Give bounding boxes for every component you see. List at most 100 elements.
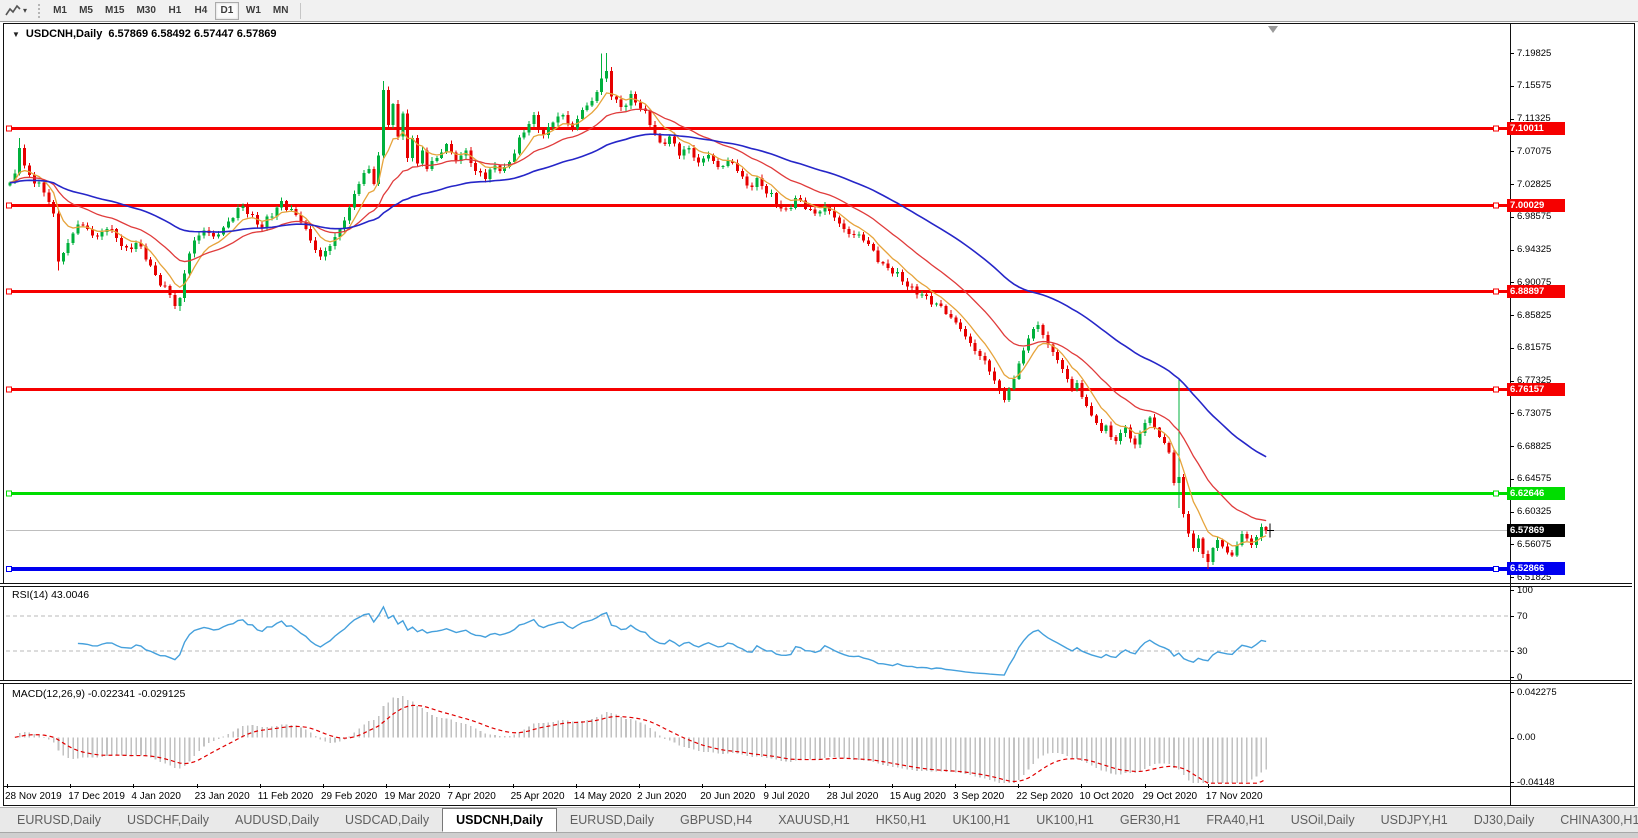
time-axis-date-label[interactable]: 17 Dec 2019 bbox=[68, 791, 125, 802]
timeframe-button-d1[interactable]: D1 bbox=[215, 2, 239, 20]
price-axis-tick[interactable]: 7.15575 bbox=[1517, 80, 1551, 91]
time-axis-date-label[interactable]: 29 Feb 2020 bbox=[321, 791, 377, 802]
price-axis-tick-mark bbox=[1510, 315, 1514, 316]
chart-tab-usoil-daily[interactable]: USOil,Daily bbox=[1278, 808, 1368, 832]
timeframe-button-w1[interactable]: W1 bbox=[241, 2, 266, 20]
price-axis-tick-mark bbox=[1510, 86, 1514, 87]
chart-tab-xauusd-h1[interactable]: XAUUSD,H1 bbox=[765, 808, 863, 832]
time-axis-tick-mark bbox=[1081, 784, 1082, 788]
time-axis-date-label[interactable]: 15 Aug 2020 bbox=[890, 791, 946, 802]
chart-tab-usdcnh-daily[interactable]: USDCNH,Daily bbox=[442, 808, 557, 832]
time-axis-date-label[interactable]: 2 Jun 2020 bbox=[637, 791, 687, 802]
time-axis-date-label[interactable]: 28 Jul 2020 bbox=[827, 791, 879, 802]
time-axis-date-label[interactable]: 20 Jun 2020 bbox=[700, 791, 755, 802]
rsi-axis-tick[interactable]: 70 bbox=[1517, 611, 1528, 622]
rsi-axis-tick[interactable]: 30 bbox=[1517, 646, 1528, 657]
chevron-down-icon: ▾ bbox=[23, 6, 27, 15]
chart-tab-usdjpy-h1[interactable]: USDJPY,H1 bbox=[1368, 808, 1461, 832]
chart-tab-uk100-h1[interactable]: UK100,H1 bbox=[940, 808, 1024, 832]
price-axis-tick[interactable]: 6.73075 bbox=[1517, 408, 1551, 419]
time-axis-date-label[interactable]: 17 Nov 2020 bbox=[1206, 791, 1263, 802]
chart-shift-triangle-icon[interactable] bbox=[1268, 26, 1278, 33]
timeframe-button-group: M1M5M15M30H1H4D1W1MN bbox=[47, 2, 294, 20]
price-axis-tick[interactable]: 6.81575 bbox=[1517, 342, 1551, 353]
time-axis-date-label[interactable]: 25 Apr 2020 bbox=[511, 791, 565, 802]
timeframe-button-m15[interactable]: M15 bbox=[100, 2, 129, 20]
timeframe-button-h1[interactable]: H1 bbox=[163, 2, 187, 20]
price-axis-tick-mark bbox=[1510, 381, 1514, 382]
macd-axis-tick[interactable]: 0.00 bbox=[1517, 732, 1536, 743]
macd-axis-tick[interactable]: -0.04148 bbox=[1517, 777, 1555, 788]
chart-tab-usdchf-daily[interactable]: USDCHF,Daily bbox=[114, 808, 222, 832]
price-axis-tick[interactable]: 6.85825 bbox=[1517, 310, 1551, 321]
time-axis-date-label[interactable]: 19 Mar 2020 bbox=[384, 791, 440, 802]
time-axis-date-label[interactable]: 23 Jan 2020 bbox=[195, 791, 250, 802]
timeframe-button-h4[interactable]: H4 bbox=[189, 2, 213, 20]
time-axis-date-label[interactable]: 9 Jul 2020 bbox=[763, 791, 809, 802]
chart-tab-eurusd-daily[interactable]: EURUSD,Daily bbox=[4, 808, 114, 832]
time-axis-tick-mark bbox=[133, 784, 134, 788]
price-axis-tick[interactable]: 6.94325 bbox=[1517, 244, 1551, 255]
chart-title-symbol: USDCNH,Daily bbox=[26, 28, 102, 40]
pane-separator-rsi[interactable] bbox=[0, 583, 1632, 587]
time-axis-date-label[interactable]: 4 Jan 2020 bbox=[131, 791, 181, 802]
chart-tab-gbpusd-h4[interactable]: GBPUSD,H4 bbox=[667, 808, 765, 832]
pane-separator-macd[interactable] bbox=[0, 680, 1632, 684]
zigzag-line-icon bbox=[5, 4, 21, 18]
time-axis-date-label[interactable]: 3 Sep 2020 bbox=[953, 791, 1004, 802]
price-axis-tick[interactable]: 7.02825 bbox=[1517, 179, 1551, 190]
price-axis-tick[interactable]: 6.56075 bbox=[1517, 539, 1551, 550]
price-axis-tick[interactable]: 6.68825 bbox=[1517, 441, 1551, 452]
hline-price-label-6.52866: 6.52866 bbox=[1507, 562, 1565, 575]
time-axis-date-label[interactable]: 22 Sep 2020 bbox=[1016, 791, 1073, 802]
timeframe-button-mn[interactable]: MN bbox=[268, 2, 294, 20]
time-axis-date-label[interactable]: 28 Nov 2019 bbox=[5, 791, 62, 802]
chart-tab-usdcad-daily[interactable]: USDCAD,Daily bbox=[332, 808, 442, 832]
chart-tab-fra40-h1[interactable]: FRA40,H1 bbox=[1193, 808, 1277, 832]
chart-tab-uk100-h1[interactable]: UK100,H1 bbox=[1023, 808, 1107, 832]
chart-tab-bar: EURUSD,DailyUSDCHF,DailyAUDUSD,DailyUSDC… bbox=[0, 807, 1638, 832]
macd-axis-tick[interactable]: 0.042275 bbox=[1517, 687, 1557, 698]
rsi-axis-tick[interactable]: 100 bbox=[1517, 585, 1533, 596]
timeframe-button-m5[interactable]: M5 bbox=[74, 2, 98, 20]
time-axis-tick-mark bbox=[765, 784, 766, 788]
price-axis-tick-mark bbox=[1510, 479, 1514, 480]
price-axis-tick[interactable]: 6.60325 bbox=[1517, 506, 1551, 517]
price-axis-tick[interactable]: 6.64575 bbox=[1517, 473, 1551, 484]
chart-tab-ger30-h1[interactable]: GER30,H1 bbox=[1107, 808, 1193, 832]
macd-axis-tick-mark bbox=[1510, 692, 1514, 693]
toolbar-separator bbox=[300, 3, 301, 19]
time-axis-tick-mark bbox=[829, 784, 830, 788]
chart-tab-audusd-daily[interactable]: AUDUSD,Daily bbox=[222, 808, 332, 832]
timeframe-button-m1[interactable]: M1 bbox=[48, 2, 72, 20]
chart-tab-hk50-h1[interactable]: HK50,H1 bbox=[863, 808, 940, 832]
chart-tab-eurusd-daily[interactable]: EURUSD,Daily bbox=[557, 808, 667, 832]
chart-title-ohlc: 6.57869 6.58492 6.57447 6.57869 bbox=[108, 28, 276, 40]
rsi-axis-tick-mark bbox=[1510, 677, 1514, 678]
time-axis-tick-mark bbox=[639, 784, 640, 788]
time-axis-tick-mark bbox=[1208, 784, 1209, 788]
price-axis-tick[interactable]: 7.07075 bbox=[1517, 146, 1551, 157]
time-axis-date-label[interactable]: 10 Oct 2020 bbox=[1079, 791, 1133, 802]
current-price-label: 6.57869 bbox=[1507, 524, 1565, 537]
time-axis-date-label[interactable]: 7 Apr 2020 bbox=[447, 791, 495, 802]
chart-tab-dj30-daily[interactable]: DJ30,Daily bbox=[1461, 808, 1547, 832]
rsi-axis-tick[interactable]: 0 bbox=[1517, 672, 1522, 683]
time-axis-date-label[interactable]: 11 Feb 2020 bbox=[258, 791, 313, 802]
mt4-terminal-window: ▾ M1M5M15M30H1H4D1W1MN ▼ USDCNH,Daily 6.… bbox=[0, 0, 1638, 838]
time-axis-date-label[interactable]: 29 Oct 2020 bbox=[1143, 791, 1197, 802]
time-axis-tick-mark bbox=[892, 784, 893, 788]
time-axis-line bbox=[3, 786, 1635, 787]
window-menu-caret-icon[interactable]: ▼ bbox=[12, 30, 20, 39]
price-axis-tick[interactable]: 6.98575 bbox=[1517, 211, 1551, 222]
hline-price-label-6.88897: 6.88897 bbox=[1507, 285, 1565, 298]
time-axis-tick-mark bbox=[1145, 784, 1146, 788]
time-axis-tick-mark bbox=[449, 784, 450, 788]
time-axis-date-label[interactable]: 14 May 2020 bbox=[574, 791, 632, 802]
toolbar-grip[interactable] bbox=[38, 4, 41, 18]
chart-tab-china300-h1[interactable]: CHINA300,H1 bbox=[1547, 808, 1638, 832]
timeframe-button-m30[interactable]: M30 bbox=[131, 2, 160, 20]
price-axis-tick-mark bbox=[1510, 413, 1514, 414]
chart-tools-button[interactable]: ▾ bbox=[2, 1, 30, 21]
price-axis-tick[interactable]: 7.19825 bbox=[1517, 48, 1551, 59]
